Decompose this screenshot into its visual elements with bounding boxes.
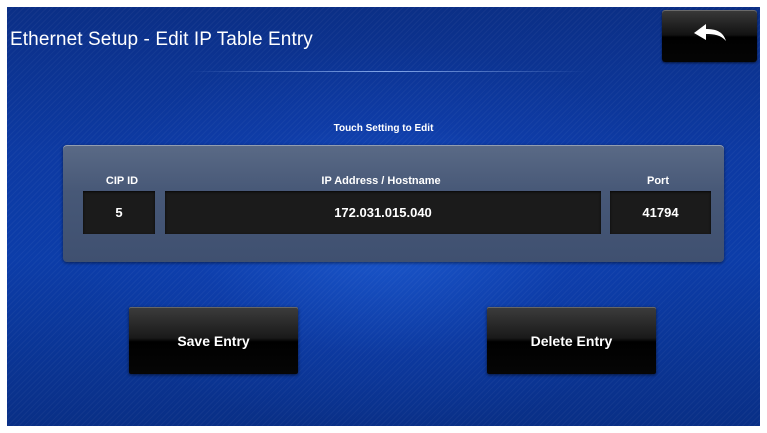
cip-id-header: CIP ID xyxy=(105,175,139,187)
ip-address-field[interactable]: 172.031.015.040 xyxy=(165,191,601,234)
ip-address-header: IP Address / Hostname xyxy=(321,175,441,187)
save-entry-label: Save Entry xyxy=(177,332,250,349)
ip-address-value: 172.031.015.040 xyxy=(334,205,432,220)
cip-id-value: 5 xyxy=(115,205,123,220)
delete-entry-label: Delete Entry xyxy=(530,332,613,349)
back-arrow-icon xyxy=(693,23,727,50)
touch-hint: Touch Setting to Edit xyxy=(333,123,434,134)
ip-entry-panel: CIP ID IP Address / Hostname Port 5 172.… xyxy=(63,145,724,262)
page-title: Ethernet Setup - Edit IP Table Entry xyxy=(10,29,313,50)
save-entry-button[interactable]: Save Entry xyxy=(129,307,298,374)
back-button[interactable] xyxy=(662,10,757,62)
touch-screen: Ethernet Setup - Edit IP Table Entry Tou… xyxy=(7,7,760,426)
delete-entry-button[interactable]: Delete Entry xyxy=(487,307,656,374)
title-divider xyxy=(187,71,587,72)
port-header: Port xyxy=(647,175,669,187)
port-value: 41794 xyxy=(642,205,679,220)
port-field[interactable]: 41794 xyxy=(610,191,711,234)
cip-id-field[interactable]: 5 xyxy=(83,191,155,234)
